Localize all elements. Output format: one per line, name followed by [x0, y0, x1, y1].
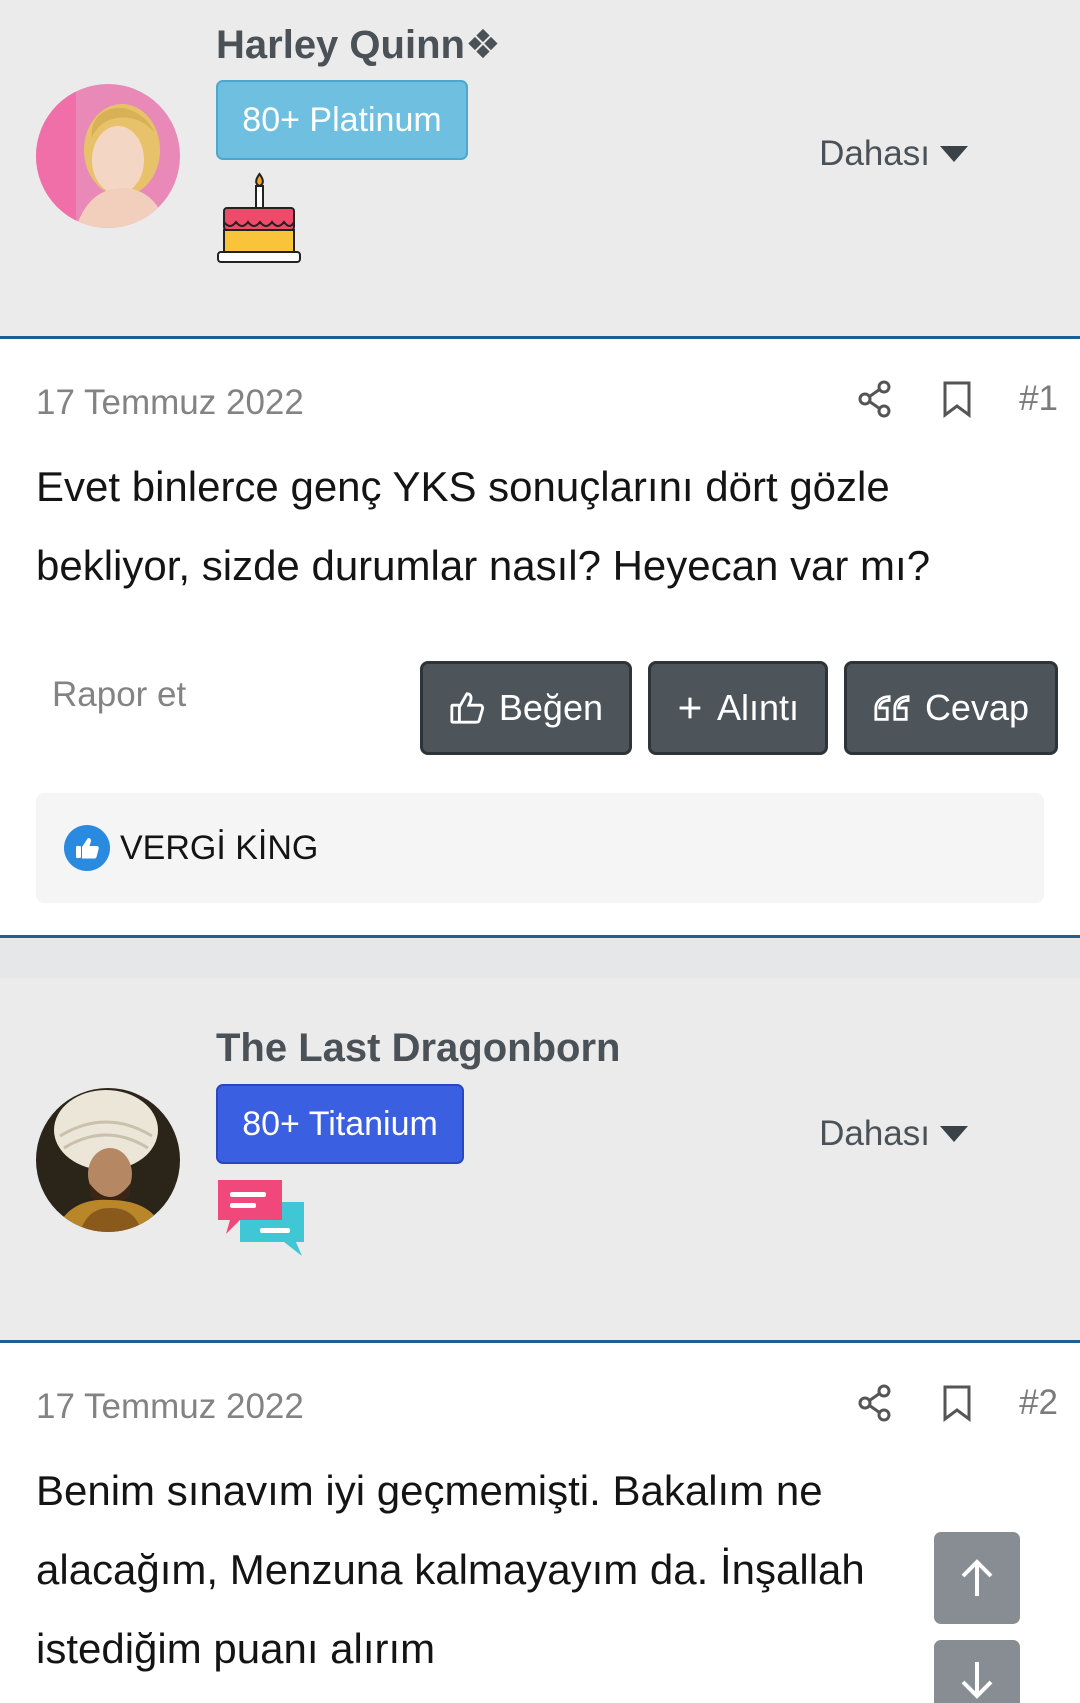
post-date[interactable]: 17 Temmuz 2022 [36, 1387, 304, 1427]
like-button[interactable]: Beğen [420, 661, 632, 755]
quote-button[interactable]: Alıntı [648, 661, 828, 755]
user-rank-badge: 80+ Titanium [216, 1084, 464, 1164]
reaction-user[interactable]: VERGİ KİNG [120, 829, 318, 868]
post-2-user-header: The Last Dragonborn 80+ Titanium Dahası [0, 978, 1080, 1340]
thumbs-up-icon [450, 692, 485, 724]
caret-down-icon [940, 1126, 968, 1142]
quote-button-label: Alıntı [716, 687, 799, 728]
scroll-to-top-button[interactable] [934, 1532, 1020, 1624]
like-reaction-icon [64, 825, 110, 871]
post-body: Benim sınavım iyi geçmemişti. Bakalım ne… [36, 1467, 865, 1672]
username[interactable]: The Last Dragonborn [216, 1026, 620, 1071]
post-date[interactable]: 17 Temmuz 2022 [36, 383, 304, 423]
scroll-to-bottom-button[interactable] [934, 1640, 1020, 1703]
chat-bubbles-icon [216, 1176, 306, 1276]
bookmark-icon[interactable] [937, 377, 977, 421]
report-link[interactable]: Rapor et [52, 675, 186, 715]
user-avatar[interactable] [36, 84, 180, 228]
user-rank-badge: 80+ Platinum [216, 80, 468, 160]
post-1-user-header: Harley Quinn❖ 80+ Platinum Dahası [0, 0, 1080, 336]
reactions-bar[interactable]: VERGİ KİNG [36, 793, 1044, 903]
post-number[interactable]: #2 [1019, 1383, 1058, 1423]
caret-down-icon [940, 146, 968, 162]
arrow-up-icon [961, 1559, 993, 1596]
username[interactable]: Harley Quinn❖ [216, 22, 501, 68]
post-tools: #1 [855, 377, 1058, 421]
post-number[interactable]: #1 [1019, 379, 1058, 419]
post-actions: Beğen Alıntı Cevap [420, 661, 1058, 755]
post-tools: #2 [855, 1381, 1058, 1425]
more-menu-label: Dahası [819, 1114, 930, 1153]
share-icon[interactable] [855, 377, 895, 421]
post-1: 17 Temmuz 2022 #1 Evet binlerce genç YKS… [0, 336, 1080, 938]
like-button-label: Beğen [498, 687, 603, 728]
more-menu-label: Dahası [819, 134, 930, 173]
user-avatar[interactable] [36, 1088, 180, 1232]
post-body: Evet binlerce genç YKS sonuçlarını dört … [36, 463, 931, 589]
more-menu[interactable]: Dahası [819, 134, 968, 174]
reply-button[interactable]: Cevap [844, 661, 1058, 755]
plus-icon [679, 697, 701, 719]
reply-button-label: Cevap [924, 687, 1029, 728]
birthday-cake-icon [216, 172, 306, 272]
share-icon[interactable] [855, 1381, 895, 1425]
quote-marks-icon [874, 695, 910, 721]
arrow-down-icon [961, 1662, 993, 1699]
post-2: 17 Temmuz 2022 #2 Benim sınavım iyi geçm… [0, 1340, 1080, 1703]
bookmark-icon[interactable] [937, 1381, 977, 1425]
more-menu[interactable]: Dahası [819, 1114, 968, 1154]
